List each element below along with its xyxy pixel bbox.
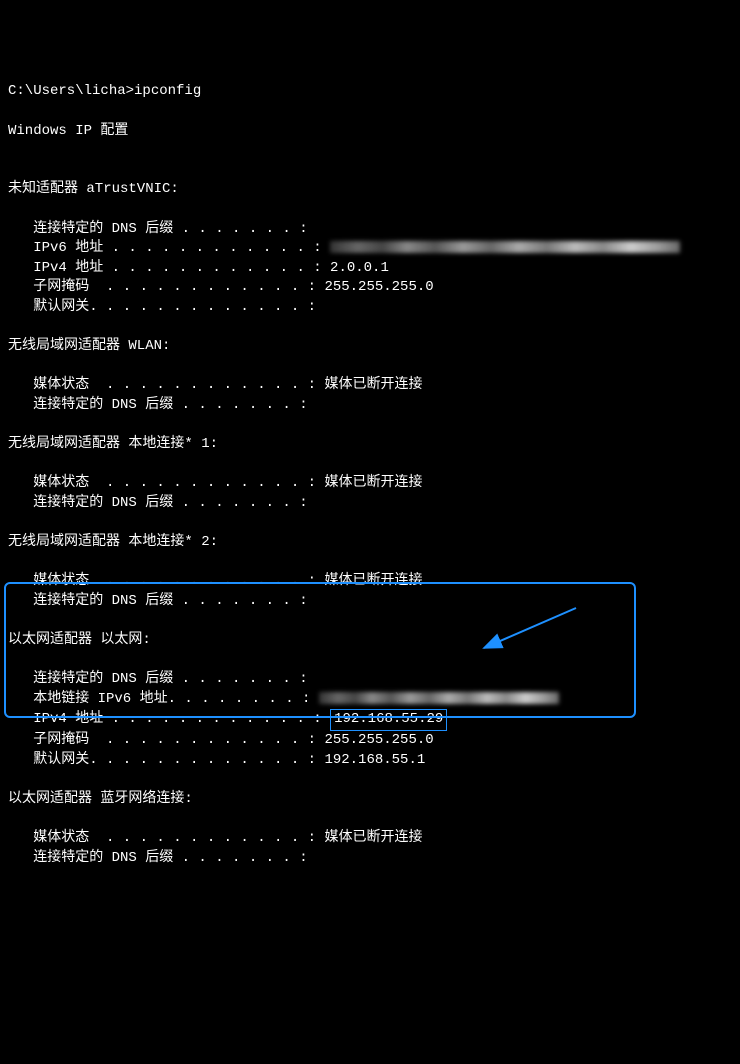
terminal-line: Windows IP 配置	[8, 122, 732, 142]
terminal-line	[8, 611, 732, 631]
terminal-line: 子网掩码 . . . . . . . . . . . . : 255.255.2…	[8, 278, 732, 298]
terminal-line: 连接特定的 DNS 后缀 . . . . . . . :	[8, 494, 732, 514]
terminal-line	[8, 318, 732, 338]
terminal-line: 连接特定的 DNS 后缀 . . . . . . . :	[8, 396, 732, 416]
terminal-line	[8, 141, 732, 161]
terminal-line	[8, 868, 732, 888]
terminal-line: 媒体状态 . . . . . . . . . . . . : 媒体已断开连接	[8, 572, 732, 592]
terminal-line: 未知适配器 aTrustVNIC:	[8, 180, 732, 200]
terminal-line	[8, 415, 732, 435]
terminal-line: 无线局域网适配器 本地连接* 1:	[8, 435, 732, 455]
terminal-line	[8, 553, 732, 573]
terminal-line	[8, 651, 732, 671]
terminal-output: C:\Users\licha>ipconfig Windows IP 配置 未知…	[8, 82, 732, 887]
ipv4-address-highlight: 192.168.55.29	[330, 709, 447, 731]
terminal-line: 无线局域网适配器 本地连接* 2:	[8, 533, 732, 553]
terminal-line	[8, 200, 732, 220]
terminal-line	[8, 357, 732, 377]
redacted-value	[319, 692, 559, 704]
terminal-line: 连接特定的 DNS 后缀 . . . . . . . :	[8, 670, 732, 690]
terminal-line	[8, 809, 732, 829]
terminal-line: 以太网适配器 蓝牙网络连接:	[8, 790, 732, 810]
terminal-line: 默认网关. . . . . . . . . . . . . : 192.168.…	[8, 751, 732, 771]
terminal-line: C:\Users\licha>ipconfig	[8, 82, 732, 102]
terminal-line	[8, 161, 732, 181]
terminal-line: 媒体状态 . . . . . . . . . . . . : 媒体已断开连接	[8, 474, 732, 494]
terminal-line: 无线局域网适配器 WLAN:	[8, 337, 732, 357]
terminal-line	[8, 513, 732, 533]
terminal-line: IPv4 地址 . . . . . . . . . . . . : 192.16…	[8, 709, 732, 731]
terminal-line	[8, 455, 732, 475]
terminal-line: 媒体状态 . . . . . . . . . . . . : 媒体已断开连接	[8, 376, 732, 396]
terminal-line: 本地链接 IPv6 地址. . . . . . . . :	[8, 690, 732, 710]
terminal-line: 连接特定的 DNS 后缀 . . . . . . . :	[8, 849, 732, 869]
redacted-value	[330, 241, 680, 253]
terminal-line: 媒体状态 . . . . . . . . . . . . : 媒体已断开连接	[8, 829, 732, 849]
terminal-line: 默认网关. . . . . . . . . . . . . :	[8, 298, 732, 318]
terminal-line: 连接特定的 DNS 后缀 . . . . . . . :	[8, 592, 732, 612]
terminal-line: 连接特定的 DNS 后缀 . . . . . . . :	[8, 220, 732, 240]
terminal-line: IPv4 地址 . . . . . . . . . . . . : 2.0.0.…	[8, 259, 732, 279]
terminal-line	[8, 102, 732, 122]
terminal-line: IPv6 地址 . . . . . . . . . . . . :	[8, 239, 732, 259]
terminal-line: 以太网适配器 以太网:	[8, 631, 732, 651]
terminal-line: 子网掩码 . . . . . . . . . . . . : 255.255.2…	[8, 731, 732, 751]
